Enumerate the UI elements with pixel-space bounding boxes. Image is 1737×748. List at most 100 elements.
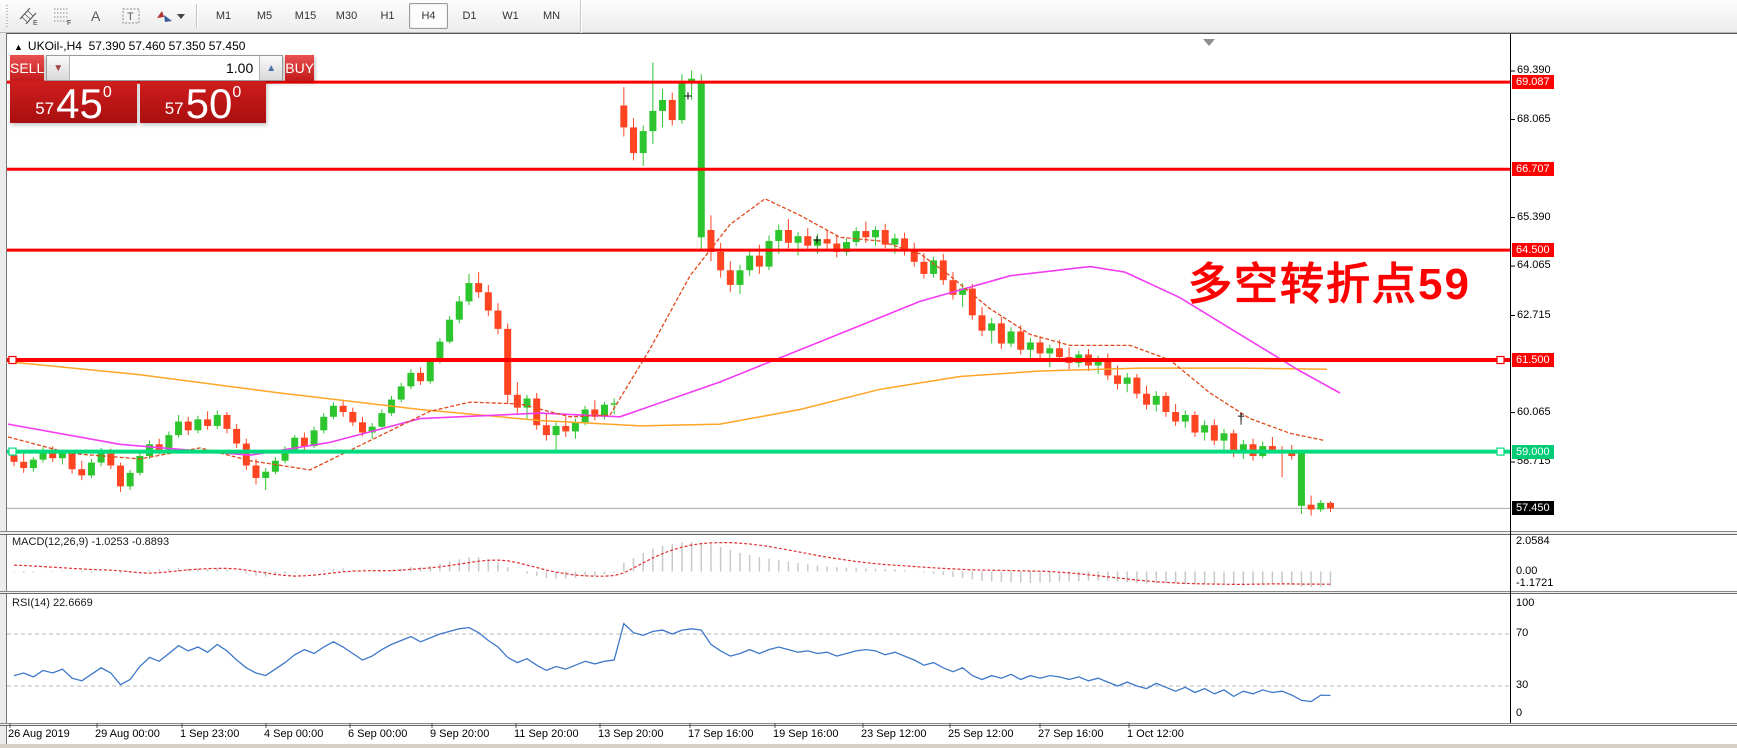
level-line-handle[interactable] [8,355,17,365]
candle-body [349,412,357,423]
candle-body [465,283,473,302]
price-axis-label: 64.065 [1517,259,1551,272]
candle-body [397,386,405,400]
candle-body [194,419,202,431]
candle-body [1297,452,1305,506]
candle-body [87,462,95,476]
candle-body [358,422,366,433]
expand-icon[interactable]: ▲ [14,42,23,52]
volume-increase-button[interactable]: ▲ [259,56,283,80]
candle-body [930,260,938,274]
candle-body [1133,377,1141,394]
candle-body [426,361,434,382]
candle-body [1114,375,1122,384]
candle-body [417,372,425,382]
candle-body [726,270,734,285]
candle-body [1181,414,1189,422]
candle-body [697,81,705,238]
candle-body [10,455,18,462]
indicator-axis-label: 30 [1516,679,1529,691]
chart-object-marker[interactable]: + [684,88,693,105]
macd-indicator-label: MACD(12,26,9) -1.0253 -0.8893 [12,536,170,548]
candle-body [659,99,667,111]
candle-body [746,255,754,271]
candle-body [329,405,337,417]
moving-average-orange [7,361,1328,427]
candle-body [1288,453,1296,456]
candle-body [58,453,66,459]
chart-object-marker[interactable]: † [1237,411,1245,428]
candle-body [1326,502,1334,509]
moving-average-red [7,198,1326,471]
candle-body [20,461,28,469]
candle-body [484,292,492,311]
candle-body [252,465,260,478]
candle-body [68,453,76,470]
candle-body [668,99,676,121]
candle-body [1307,504,1315,510]
price-axis-label: 60.065 [1517,405,1551,418]
sell-button[interactable]: SELL [10,55,45,81]
candle-body [988,323,996,331]
candle-body [1172,412,1180,422]
candle-body [639,131,647,154]
volume-input[interactable] [70,56,260,80]
candle-body [1143,393,1151,405]
price-level-badge: 69.087 [1512,75,1554,90]
candle-body [1055,348,1063,358]
candle-body [455,301,463,320]
indicator-axis-label: 100 [1516,597,1535,609]
time-axis-label: 9 Sep 20:00 [430,728,490,740]
candle-body [1162,395,1170,413]
time-axis-label: 17 Sep 16:00 [688,728,754,740]
time-axis-label: 4 Sep 00:00 [264,728,324,740]
candle-body [233,428,241,444]
buy-button[interactable]: BUY [285,55,315,81]
candle-body [213,414,221,426]
volume-decrease-button[interactable]: ▼ [47,56,71,80]
time-axis-label: 19 Sep 16:00 [773,728,839,740]
time-axis-label: 23 Sep 12:00 [861,728,927,740]
candle-body [784,229,792,243]
candle-body [1220,433,1228,441]
one-click-trading-panel: SELL ▼ ▲ BUY 57450 57500 [10,55,315,125]
candle-body [1152,395,1160,405]
level-line-handle[interactable] [8,447,17,456]
indicator-axis-label: 70 [1516,627,1529,639]
candle-body [804,236,812,246]
candle-body [223,414,231,429]
ohlc-values: 57.390 57.460 57.350 57.450 [88,39,246,53]
sell-price-tile[interactable]: 57 45 0 [10,81,137,125]
candle-body [571,422,579,432]
price-level-badge: 64.500 [1512,243,1554,258]
candle-body [184,421,192,431]
candle-body [630,127,638,154]
candle-body [649,110,657,132]
time-axis-label: 26 Aug 2019 [8,728,70,740]
candle-body [775,229,783,241]
time-axis-label: 29 Aug 00:00 [95,728,160,740]
candle-body [1210,425,1218,441]
level-line-handle[interactable] [1496,447,1505,456]
level-line-handle[interactable] [1496,355,1505,365]
chart-object-marker[interactable]: + [813,232,822,249]
chart-annotation-text[interactable]: 多空转折点59 [1188,248,1471,312]
candle-body [378,413,386,427]
indicator-axis-label: 2.0584 [1516,535,1550,547]
candle-body [562,425,570,432]
candle-body [204,419,212,426]
candle-body [717,251,725,271]
candle-body [736,270,744,285]
candle-body [542,425,550,436]
candle-body [794,236,802,243]
candle-body [1026,342,1034,350]
candle-body [175,421,183,436]
candle-body [475,283,483,293]
candle-body [891,238,899,245]
candle-body [116,465,124,487]
buy-price-tile[interactable]: 57 50 0 [140,81,266,125]
candle-body [552,425,560,436]
time-axis-label: 1 Oct 12:00 [1127,728,1184,740]
candle-body [1191,414,1199,433]
price-axis-label: 62.715 [1517,308,1551,321]
